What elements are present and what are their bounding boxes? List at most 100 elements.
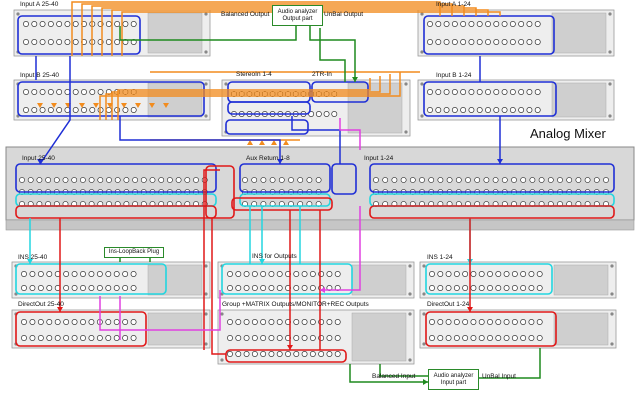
rack-input-a-25-40-screw [204,50,208,54]
rack-ins-25-40-jack [46,285,53,291]
rack-group-outputs-jack [251,335,258,341]
rack-input-a-1-24-jack [534,39,541,45]
rack-directout-1-24-screw [422,342,426,346]
rack-directout-1-24-jack [470,335,477,341]
rack-ins-25-40-jack [63,271,70,277]
rack-input-b-1-24-jack [460,89,467,95]
mixer-jack-right [538,177,545,183]
rack-directout-25-40-jack [80,319,86,325]
rack-ins-25-40-jack [122,271,129,277]
rack-label-directout-25-40: DirectOut 25-40 [18,301,64,308]
rack-input-b-25-40-jack [47,89,54,95]
mixer-jack-right [584,177,591,183]
mixer-jack-right [409,177,416,183]
rack-input-b-25-40-jack [39,89,46,95]
rack-input-b-1-24-jack [468,107,475,113]
rack-group-outputs-jack [268,351,275,357]
rack-ins-outputs-jack [334,271,341,277]
mixer-jack-aux [278,177,285,183]
rack-ins-1-24-screw [422,264,426,268]
mixer-jack-aux [306,177,313,183]
rack-ins-25-40-jack [71,285,78,291]
rack-directout-1-24-jack [495,335,502,341]
rack-ins-outputs-screw [408,292,412,296]
rack-ins-25-40-jack [80,271,86,277]
rack-ins-outputs-jack [301,285,308,291]
rack-ins-25-40-jack [21,271,27,277]
rack-ins-1-24-jack [462,271,469,277]
mixer-label-aux-return: Aux Return 1-8 [246,155,290,162]
rack-ins-outputs-jack [301,271,308,277]
rack-ins-25-40-jack [63,285,70,291]
rack-input-b-1-24-jack [443,107,450,113]
rack-ins-25-40-jack [113,285,120,291]
rack-ins-outputs-jack [260,271,267,277]
rack-ins-1-24-jack [429,271,435,277]
rack-label-stereo-in: StereoIn 1-4 [236,71,272,78]
rack-input-a-25-40-jack [130,21,137,27]
rack-label-input-a-1-24: Input A 1-24 [436,1,471,8]
rack-ins-1-24-jack [528,285,535,291]
rack-input-a-1-24-jack [526,39,533,45]
rack-ins-outputs-jack [276,271,283,277]
rack-input-b-1-24-jack [534,89,541,95]
rack-input-b-25-40-jack [89,89,96,95]
rack-input-a-1-24-jack [493,21,500,27]
mixer-jack-right [373,177,379,183]
rack-input-a-25-40-jack [31,21,38,27]
rack-input-b-1-24-jack [443,89,450,95]
rack-input-a-1-24-jack [451,21,458,27]
rack-input-b-1-24-jack [427,89,433,95]
rack-directout-1-24-jack [445,319,452,325]
rack-ins-1-24-jack [470,271,477,277]
rack-ins-outputs-jack [276,285,283,291]
rack-directout-1-24-jack [437,319,444,325]
mixer-jack-right [419,177,425,183]
rack-group-outputs-jack [243,319,250,325]
rack-directout-25-40-jack [37,335,44,341]
rack-input-a-1-24-jack [451,39,458,45]
rack-input-b-1-24-screw [608,82,612,86]
rack-ins-1-24-jack [462,285,469,291]
rack-input-a-1-24-jack [485,21,491,27]
rack-directout-25-40-jack [71,319,78,325]
rack-input-a-25-40-jack [72,39,79,45]
rack-ins-1-24-jack [536,271,543,277]
analyzer-output-line-2: Output part [282,15,313,22]
rack-input-b-1-24-jack [509,107,516,113]
rack-label-input-a-25-40: Input A 25-40 [20,1,59,8]
mixer-label-input-25-40: Input 25-40 [22,155,55,162]
rack-input-a-25-40-jack [64,21,71,27]
rack-directout-1-24-jack [536,319,543,325]
rack-ins-25-40-jack [113,271,120,277]
rack-input-b-25-40-plate [147,82,203,118]
rack-input-a-25-40-jack [114,39,121,45]
rack-ins-1-24-jack [429,285,435,291]
rack-group-outputs-jack [276,335,283,341]
mixer-jack-aux [260,177,267,183]
rack-ins-outputs-jack [326,271,333,277]
wiring-diagram: Input A 25-40 Input A 1-24 Input B 25-40… [0,0,640,400]
rack-input-a-1-24-jack [435,21,442,27]
rack-ins-1-24-jack [453,271,460,277]
rack-ins-outputs-jack [309,285,316,291]
rack-directout-1-24-jack [445,335,452,341]
mixer-jack-right [529,177,536,183]
rack-input-b-25-40-jack [31,107,38,113]
rack-input-b-25-40-jack [64,89,71,95]
rack-input-b-25-40-jack [39,107,46,113]
mixer-jack-right [400,177,407,183]
rack-directout-25-40-jack [21,319,27,325]
rack-directout-1-24-jack [511,335,518,341]
rack-group-outputs-jack [260,319,267,325]
rack-ins-1-24-jack [520,285,527,291]
rack-directout-1-24-jack [511,319,518,325]
rack-ins-1-24-jack [478,285,485,291]
rack-directout-25-40-jack [29,319,36,325]
rack-directout-1-24-jack [462,319,469,325]
rack-group-outputs-jack [243,335,250,341]
rack-group-outputs-jack [268,335,275,341]
rack-input-a-1-24-jack [427,39,433,45]
rack-ins-outputs-jack [251,271,258,277]
rack-input-a-25-40-screw [16,12,20,16]
